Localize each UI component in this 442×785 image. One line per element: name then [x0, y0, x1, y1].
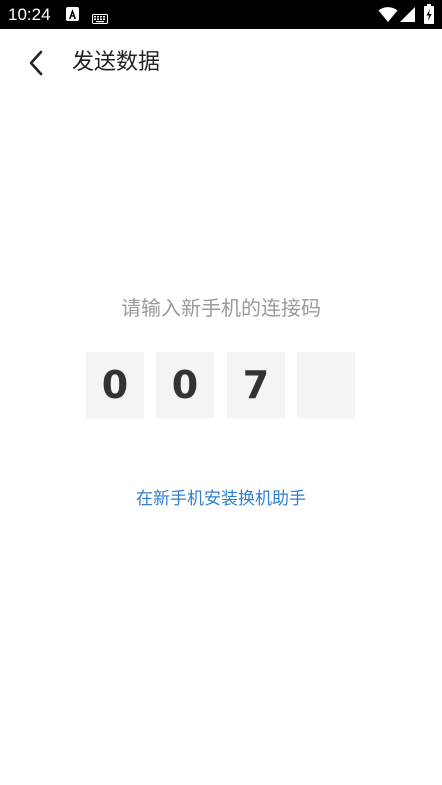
app-header: 发送数据: [0, 29, 442, 97]
status-bar: 10:24: [0, 0, 442, 29]
signal-icon: [400, 6, 416, 23]
android-a-icon: [66, 7, 79, 21]
connection-code-prompt: 请输入新手机的连接码: [121, 296, 321, 320]
code-digit-box[interactable]: 7: [227, 352, 285, 418]
page-title: 发送数据: [72, 50, 161, 75]
send-data-screen: 10:24 发送数据 请输入新手机的连接码 0 0 7 在新手机安装换机助手: [0, 0, 442, 785]
back-button[interactable]: [18, 45, 54, 81]
connection-code-input[interactable]: 0 0 7: [86, 352, 356, 418]
battery-icon: [424, 4, 434, 24]
code-digit-box[interactable]: 0: [156, 352, 214, 418]
wifi-icon: [378, 6, 398, 23]
code-digit-box[interactable]: [297, 352, 355, 418]
status-time: 10:24: [8, 5, 51, 24]
install-assistant-link[interactable]: 在新手机安装换机助手: [0, 486, 442, 512]
code-digit-box[interactable]: 0: [86, 352, 144, 418]
chevron-left-icon: [29, 50, 43, 76]
keyboard-icon: [92, 9, 108, 24]
